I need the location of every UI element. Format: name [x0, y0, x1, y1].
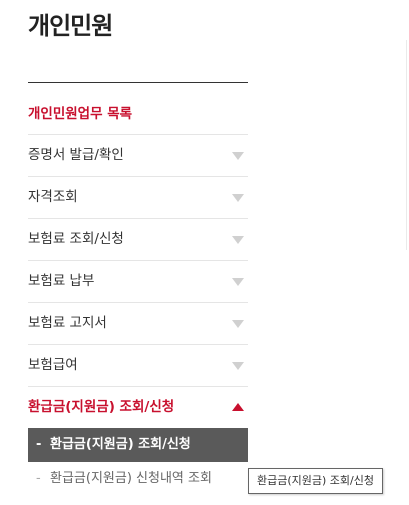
chevron-down-icon — [232, 152, 244, 160]
menu-item-label: 보험급여 — [28, 357, 78, 373]
chevron-up-icon — [232, 403, 244, 411]
dash-icon: - — [36, 471, 41, 486]
edge-divider — [406, 40, 407, 250]
side-menu: 개인민원업무 목록 증명서 발급/확인 자격조회 보험료 조회/신청 보험료 납… — [28, 94, 248, 428]
menu-item-label: 보험료 조회/신청 — [28, 231, 124, 247]
menu-item-eligibility[interactable]: 자격조회 — [28, 177, 248, 219]
menu-item-label: 보험료 납부 — [28, 273, 95, 289]
chevron-down-icon — [232, 320, 244, 328]
submenu-item-label: 환급금(지원금) 조회/신청 — [50, 437, 191, 452]
menu-item-premium-inquiry[interactable]: 보험료 조회/신청 — [28, 219, 248, 261]
menu-item-benefits[interactable]: 보험급여 — [28, 345, 248, 387]
menu-item-label: 보험료 고지서 — [28, 315, 107, 331]
menu-heading[interactable]: 개인민원업무 목록 — [28, 94, 248, 135]
tooltip: 환급금(지원금) 조회/신청 — [248, 468, 383, 494]
submenu-item-refund-history[interactable]: - 환급금(지원금) 신청내역 조회 — [28, 462, 248, 496]
chevron-down-icon — [232, 278, 244, 286]
submenu-item-label: 환급금(지원금) 신청내역 조회 — [50, 471, 212, 486]
chevron-down-icon — [232, 236, 244, 244]
menu-item-label: 환급금(지원금) 조회/신청 — [28, 399, 175, 415]
menu-item-certificate[interactable]: 증명서 발급/확인 — [28, 135, 248, 177]
submenu-item-refund-inquiry[interactable]: - 환급금(지원금) 조회/신청 — [28, 428, 248, 462]
page-title: 개인민원 — [28, 12, 113, 40]
dash-icon: - — [36, 437, 42, 452]
title-divider — [28, 82, 248, 83]
chevron-down-icon — [232, 362, 244, 370]
menu-item-premium-payment[interactable]: 보험료 납부 — [28, 261, 248, 303]
chevron-down-icon — [232, 194, 244, 202]
menu-item-label: 자격조회 — [28, 189, 78, 205]
menu-item-label: 증명서 발급/확인 — [28, 147, 124, 163]
refund-submenu: - 환급금(지원금) 조회/신청 - 환급금(지원금) 신청내역 조회 — [28, 428, 248, 496]
menu-item-premium-notice[interactable]: 보험료 고지서 — [28, 303, 248, 345]
menu-item-refund[interactable]: 환급금(지원금) 조회/신청 — [28, 387, 248, 428]
